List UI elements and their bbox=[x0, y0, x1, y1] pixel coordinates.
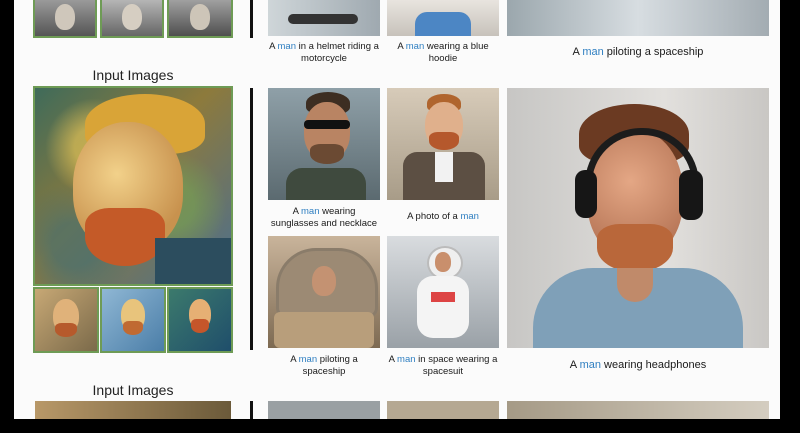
input-thumb-2 bbox=[102, 289, 164, 351]
generated-top-spaceship bbox=[507, 0, 769, 36]
generated-top-hoodie bbox=[387, 0, 499, 36]
caption-photo-of-man: A photo of a man bbox=[407, 211, 479, 222]
painted-beard bbox=[85, 208, 165, 266]
input-thumb-top-2 bbox=[102, 0, 162, 36]
generated-sunglasses-necklace bbox=[268, 88, 380, 200]
generated-bottom-3 bbox=[507, 401, 769, 419]
caption-spacesuit: A man in space wearing a spacesuit bbox=[388, 354, 498, 377]
caption-top-spaceship: A man piloting a spaceship bbox=[572, 46, 704, 58]
caption-top-hoodie: A man wearing a blue hoodie bbox=[397, 41, 489, 64]
generated-spacesuit bbox=[387, 236, 499, 348]
generated-headphones-large bbox=[507, 88, 769, 348]
input-images-title: Input Images bbox=[92, 67, 174, 83]
headphones-cup-right bbox=[679, 170, 703, 220]
caption-top-motorcycle: A man in a helmet riding a motorcycle bbox=[269, 41, 379, 64]
input-image-main-portrait bbox=[35, 88, 231, 284]
column-divider-main bbox=[250, 88, 253, 350]
input-images-title-bottom: Input Images bbox=[92, 382, 174, 398]
generated-bottom-2 bbox=[387, 401, 499, 419]
paper-figure-slide: A man in a helmet riding a motorcycle A … bbox=[14, 0, 780, 419]
caption-piloting-spaceship: A man piloting a spaceship bbox=[290, 354, 358, 377]
input-thumb-3 bbox=[169, 289, 231, 351]
generated-bottom-1 bbox=[268, 401, 380, 419]
column-divider-top bbox=[250, 0, 253, 38]
generated-top-motorcycle bbox=[268, 0, 380, 36]
headphones-cup-left bbox=[575, 170, 597, 218]
caption-headphones: A man wearing headphones bbox=[569, 359, 707, 371]
input-thumb-top-3 bbox=[169, 0, 231, 36]
generated-photo-of-man bbox=[387, 88, 499, 200]
column-divider-bottom bbox=[250, 401, 253, 419]
input-thumb-1 bbox=[35, 289, 97, 351]
headphones-beard bbox=[597, 224, 673, 272]
caption-sunglasses-necklace: A man wearing sunglasses and necklace bbox=[270, 206, 378, 229]
input-image-bottom-partial bbox=[35, 401, 231, 419]
input-thumb-top-1 bbox=[35, 0, 95, 36]
generated-piloting-spaceship bbox=[268, 236, 380, 348]
